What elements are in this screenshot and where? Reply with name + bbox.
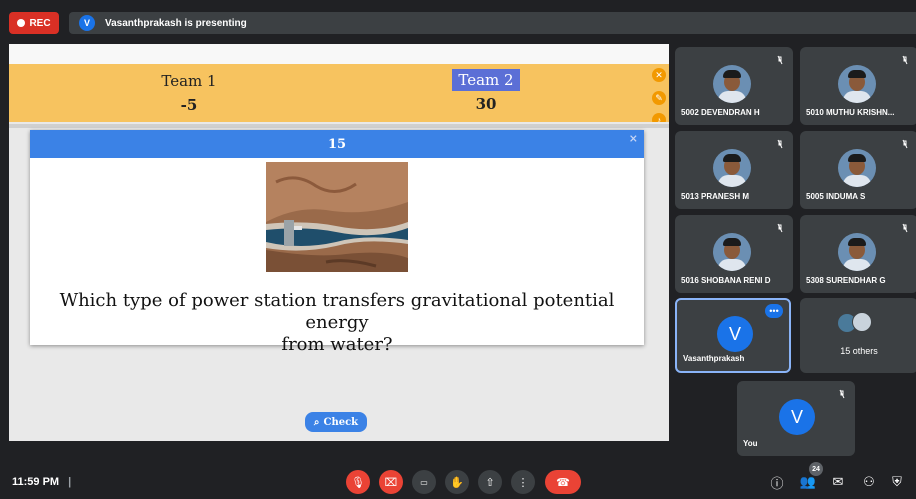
card-close-button[interactable]: × (629, 132, 638, 145)
participant-photo (838, 149, 876, 187)
mic-off-icon (902, 139, 908, 149)
recording-badge[interactable]: REC (9, 12, 59, 34)
mic-off-icon (777, 139, 783, 149)
mic-off-icon (839, 389, 845, 399)
dam-image (266, 162, 408, 272)
check-label: Check (323, 416, 359, 428)
participant-name: 5016 SHOBANA RENI D (681, 276, 771, 285)
participant-name: 5002 DEVENDRAN H (681, 108, 760, 117)
mic-off-icon (902, 223, 908, 233)
more-options-icon[interactable]: ••• (765, 304, 783, 318)
mic-off-icon (777, 55, 783, 65)
check-button[interactable]: ⌕ Check (305, 412, 367, 432)
presenter-name: Vasanthprakash (683, 354, 745, 363)
participant-photo (838, 65, 876, 103)
presenter-avatar: V (717, 316, 753, 352)
rec-label: REC (29, 17, 51, 29)
team1-panel: Team 1 -5 (139, 72, 239, 114)
question-text: Which type of power station transfers gr… (30, 290, 644, 356)
dam-photo (266, 162, 408, 272)
activities-icon[interactable]: ⚇ (859, 472, 879, 492)
hand-icon: ✋ (450, 476, 464, 489)
info-icon[interactable]: ⓘ (767, 472, 787, 492)
question-line-2: from water? (281, 334, 393, 355)
participant-photo (713, 149, 751, 187)
participant-name: 5010 MUTHU KRISHN... (806, 108, 895, 117)
shared-screen: Team 1 -5 Team 2 30 ✕ ✎ ♪ 15 × Which typ… (9, 44, 669, 441)
scoreboard: Team 1 -5 Team 2 30 ✕ ✎ ♪ (9, 64, 669, 127)
participant-tile[interactable]: 5308 SURENDHAR G (800, 215, 916, 293)
time-text: 11:59 PM (12, 476, 60, 488)
meeting-clock: 11:59 PM | (12, 476, 71, 488)
others-label: 15 others (840, 346, 878, 356)
team1-score: -5 (180, 96, 198, 114)
participant-tile[interactable]: 5002 DEVENDRAN H (675, 47, 793, 125)
captions-button[interactable]: ▭ (412, 470, 436, 494)
participant-photo (713, 65, 751, 103)
present-button[interactable]: ⇧ (478, 470, 502, 494)
participant-photo (838, 233, 876, 271)
question-line-1: Which type of power station transfers gr… (59, 290, 615, 333)
close-icon[interactable]: ✕ (652, 68, 666, 82)
camera-toggle-button[interactable]: ⌧ (379, 470, 403, 494)
self-avatar: V (779, 399, 815, 435)
captions-icon: ▭ (420, 477, 428, 487)
question-header: 15 × (30, 130, 644, 158)
mic-off-icon (777, 223, 783, 233)
mic-off-icon (902, 55, 908, 65)
screen-top-strip (9, 44, 669, 64)
presenter-tile[interactable]: ••• V Vasanthprakash (675, 298, 791, 373)
participant-photo (713, 233, 751, 271)
question-card: 15 × Which type of power station transfe… (30, 130, 644, 355)
meeting-window: REC V Vasanthprakash is presenting Team … (0, 0, 916, 499)
host-controls-icon[interactable]: ⛨ (887, 472, 907, 492)
mic-toggle-button[interactable]: 🎙 (346, 470, 370, 494)
hangup-icon: ☎ (556, 476, 570, 489)
team1-name: Team 1 (161, 72, 217, 90)
divider (9, 124, 669, 128)
participant-tile[interactable]: 5013 PRANESH M (675, 131, 793, 209)
participant-tile[interactable]: 5005 INDUMA S (800, 131, 916, 209)
more-vert-icon: ⋮ (517, 476, 529, 489)
record-dot-icon (17, 19, 26, 27)
separator: | (68, 476, 72, 488)
participant-tile[interactable]: 5010 MUTHU KRISHN... (800, 47, 916, 125)
others-tile[interactable]: 15 others (800, 298, 916, 373)
presenting-text: Vasanthprakash is presenting (105, 17, 247, 29)
self-tile[interactable]: V You (737, 381, 855, 456)
question-number: 15 (327, 136, 347, 152)
presenter-avatar: V (79, 15, 95, 31)
participant-name: 5013 PRANESH M (681, 192, 750, 201)
team2-name: Team 2 (452, 69, 520, 91)
participant-tile[interactable]: 5016 SHOBANA RENI D (675, 215, 793, 293)
team2-panel: Team 2 30 (436, 69, 536, 113)
participant-name: 5308 SURENDHAR G (806, 276, 886, 285)
chat-icon[interactable]: ✉ (828, 472, 848, 492)
camera-off-icon: ⌧ (384, 476, 398, 489)
present-icon: ⇧ (485, 476, 495, 489)
mic-off-icon: 🎙 (351, 476, 365, 489)
edit-icon[interactable]: ✎ (652, 91, 666, 105)
people-icon[interactable]: 👥 (798, 472, 818, 492)
self-name: You (743, 439, 758, 448)
leave-call-button[interactable]: ☎ (545, 470, 581, 494)
other-avatar (852, 312, 872, 332)
participant-name: 5005 INDUMA S (806, 192, 866, 201)
team2-score: 30 (475, 95, 497, 113)
raise-hand-button[interactable]: ✋ (445, 470, 469, 494)
more-button[interactable]: ⋮ (511, 470, 535, 494)
search-icon: ⌕ (313, 416, 320, 428)
presenting-banner[interactable]: V Vasanthprakash is presenting (69, 12, 916, 34)
